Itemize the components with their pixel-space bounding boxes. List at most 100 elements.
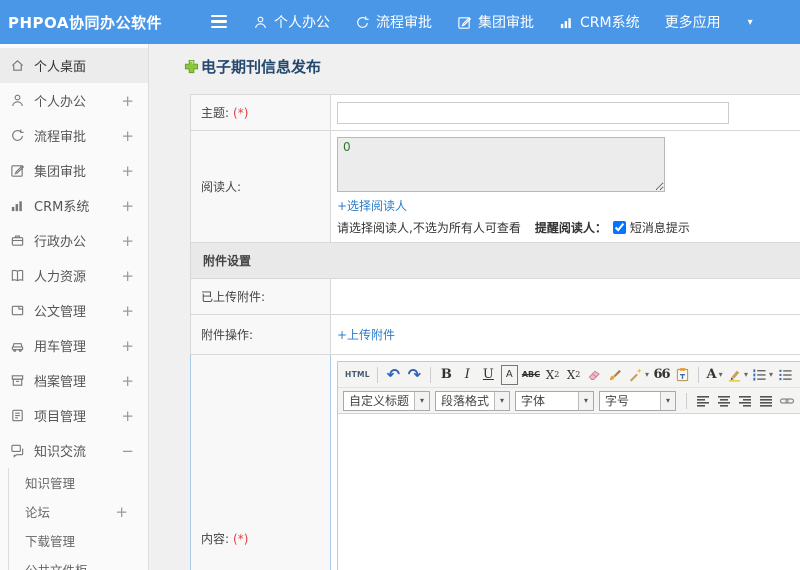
sidebar-item-group-approval[interactable]: 集团审批 + bbox=[0, 153, 148, 188]
align-right-button[interactable] bbox=[736, 391, 753, 411]
expand-toggle[interactable]: − bbox=[121, 442, 134, 460]
document-icon bbox=[11, 305, 24, 316]
form-row-attachment-section: 附件设置 bbox=[190, 242, 800, 279]
paragraph-select[interactable]: 段落格式 ▾ bbox=[435, 390, 511, 411]
subject-label-cell: 主题: (*) bbox=[190, 94, 331, 131]
size-select[interactable]: 字号 ▾ bbox=[599, 390, 677, 411]
undo-button[interactable]: ↶ bbox=[385, 365, 402, 385]
more-apps-caret[interactable]: ▾ bbox=[746, 17, 753, 28]
expand-toggle[interactable]: + bbox=[121, 197, 134, 215]
chevron-down-icon: ▾ bbox=[744, 370, 749, 379]
nav-item-group-approval[interactable]: 集团审批 bbox=[457, 12, 534, 32]
home-icon bbox=[11, 60, 24, 71]
paragraph-select-value: 段落格式 bbox=[441, 394, 490, 408]
superscript-button[interactable]: X2 bbox=[544, 365, 561, 385]
expand-toggle[interactable]: + bbox=[115, 503, 128, 521]
expand-toggle[interactable]: + bbox=[121, 267, 134, 285]
expand-toggle[interactable]: + bbox=[121, 407, 134, 425]
html-source-button[interactable]: HTML bbox=[345, 365, 370, 385]
sms-remind-checkbox[interactable] bbox=[612, 221, 626, 234]
chevron-down-icon: ▾ bbox=[578, 391, 594, 410]
highlight-color-dropdown[interactable]: ▾ bbox=[727, 365, 748, 385]
required-mark: (*) bbox=[233, 531, 249, 546]
expand-toggle[interactable]: + bbox=[121, 232, 134, 250]
sidebar-item-document-mgmt[interactable]: 公文管理 + bbox=[0, 293, 148, 328]
insert-link-button[interactable] bbox=[778, 391, 795, 411]
unordered-list-button[interactable] bbox=[777, 365, 794, 385]
sidebar-subitem-download-mgmt[interactable]: 下载管理 bbox=[9, 526, 148, 555]
book-icon bbox=[11, 269, 24, 282]
chevron-down-icon: ▾ bbox=[494, 391, 510, 410]
hamburger-menu-icon[interactable] bbox=[211, 15, 227, 29]
plus-icon bbox=[184, 59, 199, 74]
blockquote-button[interactable]: 66 bbox=[653, 365, 670, 385]
sidebar-item-personal-desktop[interactable]: 个人桌面 bbox=[0, 48, 148, 83]
italic-button[interactable]: I bbox=[459, 365, 476, 385]
expand-toggle[interactable]: + bbox=[121, 372, 134, 390]
upload-attachment-link[interactable]: +上传附件 bbox=[337, 328, 395, 342]
toolbar-separator bbox=[376, 366, 378, 383]
ordered-list-dropdown[interactable]: ▾ bbox=[752, 365, 773, 385]
car-icon bbox=[11, 343, 24, 352]
subscript-button[interactable]: X2 bbox=[565, 365, 582, 385]
font-name-button[interactable]: A bbox=[500, 364, 518, 385]
sidebar-subitem-knowledge-mgmt[interactable]: 知识管理 bbox=[9, 468, 148, 497]
font-color-dropdown[interactable]: A ▾ bbox=[706, 365, 723, 385]
sidebar-item-knowledge-exchange[interactable]: 知识交流 − bbox=[0, 433, 148, 468]
sidebar-item-process-approval[interactable]: 流程审批 + bbox=[0, 118, 148, 153]
expand-toggle[interactable]: + bbox=[121, 337, 134, 355]
heading-select[interactable]: 自定义标题 ▾ bbox=[343, 390, 431, 411]
process-icon bbox=[12, 129, 24, 141]
size-select-value: 字号 bbox=[605, 394, 630, 408]
remove-format-button[interactable] bbox=[586, 365, 603, 385]
bold-button[interactable]: B bbox=[438, 365, 455, 385]
nav-item-crm[interactable]: CRM系统 bbox=[559, 12, 640, 32]
sidebar-item-label: 知识交流 bbox=[34, 445, 87, 460]
align-justify-button[interactable] bbox=[757, 391, 774, 411]
nav-item-personal-office[interactable]: 个人办公 bbox=[253, 12, 330, 32]
sidebar-subitem-public-cabinet[interactable]: 公共文件柜 bbox=[9, 555, 148, 570]
top-nav: 个人办公 流程审批 集团审批 CRM系统 更多应用 ▾ bbox=[253, 0, 753, 44]
sidebar-subitem-label: 知识管理 bbox=[25, 476, 76, 491]
sidebar-item-archive-mgmt[interactable]: 档案管理 + bbox=[0, 363, 148, 398]
align-left-icon bbox=[696, 395, 709, 407]
align-left-button[interactable] bbox=[694, 391, 711, 411]
sidebar-item-label: 档案管理 bbox=[34, 375, 87, 390]
expand-toggle[interactable]: + bbox=[121, 162, 134, 180]
strikethrough-button[interactable]: ABC bbox=[522, 365, 540, 385]
paste-plain-button[interactable] bbox=[674, 365, 691, 385]
sidebar-item-admin-office[interactable]: 行政办公 + bbox=[0, 223, 148, 258]
expand-toggle[interactable]: + bbox=[121, 92, 134, 110]
sidebar-item-hr[interactable]: 人力资源 + bbox=[0, 258, 148, 293]
sup-digit: 2 bbox=[554, 370, 560, 379]
nav-item-more-apps[interactable]: 更多应用 bbox=[665, 12, 721, 32]
main-content: 电子期刊信息发布 主题: (*) 阅读人: 0 +选择阅读人 请选择阅读人,不选… bbox=[149, 44, 800, 570]
nav-item-process-approval[interactable]: 流程审批 bbox=[355, 12, 432, 32]
chart-icon bbox=[560, 17, 571, 28]
format-painter-button[interactable] bbox=[607, 365, 624, 385]
sidebar: 个人桌面 个人办公 + 流程审批 + 集团审批 + CRM系统 + 行政办公 + bbox=[0, 44, 149, 570]
sidebar-item-vehicle-mgmt[interactable]: 用车管理 + bbox=[0, 328, 148, 363]
app-logo: PHPOA协同办公软件 bbox=[8, 13, 162, 32]
readers-label-cell: 阅读人: bbox=[190, 130, 331, 243]
sidebar-item-personal-office[interactable]: 个人办公 + bbox=[0, 83, 148, 118]
subject-input[interactable] bbox=[337, 101, 729, 124]
sidebar-subitem-forum[interactable]: 论坛 + bbox=[9, 497, 148, 526]
toolbar-separator bbox=[698, 366, 700, 383]
sidebar-item-project-mgmt[interactable]: 项目管理 + bbox=[0, 398, 148, 433]
font-select[interactable]: 字体 ▾ bbox=[515, 390, 595, 411]
expand-toggle[interactable]: + bbox=[121, 127, 134, 145]
redo-button[interactable]: ↷ bbox=[406, 365, 423, 385]
editor-content-area[interactable] bbox=[338, 414, 800, 570]
editor-toolbar-row1: HTML ↶ ↷ B I U A ABC X2 X2 ▾ 66 A ▾ ▾ ▾ bbox=[338, 362, 800, 388]
sidebar-item-label: 用车管理 bbox=[34, 340, 87, 355]
select-readers-link[interactable]: +选择阅读人 bbox=[337, 199, 407, 213]
autoformat-dropdown[interactable]: ▾ bbox=[628, 365, 649, 385]
expand-toggle[interactable]: + bbox=[121, 302, 134, 320]
sidebar-item-crm[interactable]: CRM系统 + bbox=[0, 188, 148, 223]
underline-button[interactable]: U bbox=[480, 365, 497, 385]
readers-textarea[interactable]: 0 bbox=[337, 137, 665, 192]
align-center-button[interactable] bbox=[715, 391, 732, 411]
sidebar-subitem-label: 论坛 bbox=[25, 505, 51, 520]
brush-icon bbox=[609, 369, 621, 381]
